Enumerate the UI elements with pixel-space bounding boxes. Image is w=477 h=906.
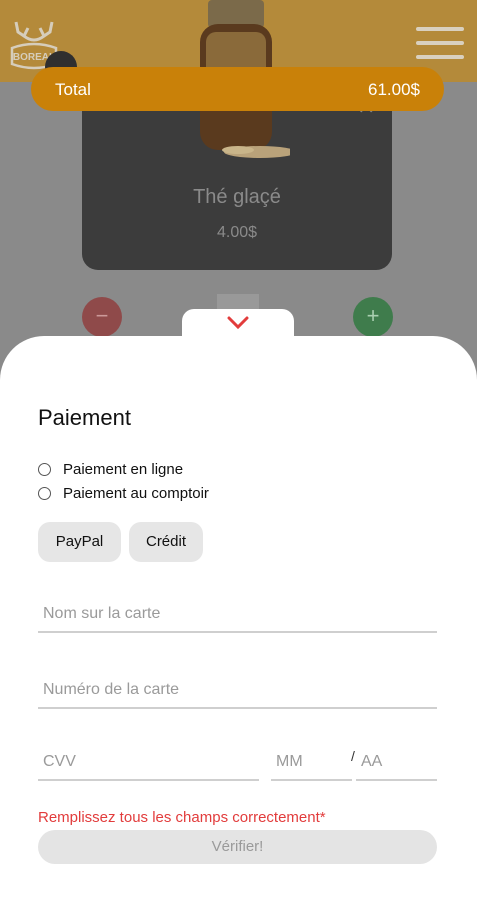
month-field[interactable] — [271, 745, 352, 781]
total-label: Total — [55, 80, 91, 99]
radio-button[interactable] — [38, 462, 51, 476]
total-value: 61.00$ — [368, 80, 420, 99]
payment-title: Paiement — [38, 405, 131, 430]
card-number-input[interactable] — [38, 673, 437, 707]
cvv-input[interactable] — [38, 745, 259, 779]
increase-quantity-button[interactable]: + — [353, 297, 393, 337]
card-number-field[interactable] — [38, 673, 437, 709]
credit-button[interactable]: Crédit — [129, 522, 203, 562]
total-bar: Total 61.00$ — [31, 67, 444, 111]
year-input[interactable] — [356, 745, 437, 779]
form-error-message: Remplissez tous les champs correctement* — [38, 809, 326, 826]
month-input[interactable] — [271, 745, 352, 779]
verify-button[interactable]: Vérifier! — [38, 830, 437, 864]
radio-online-payment[interactable]: Paiement en ligne — [38, 459, 183, 479]
cvv-field[interactable] — [38, 745, 259, 781]
paypal-button[interactable]: PayPal — [38, 522, 121, 562]
year-field[interactable] — [356, 745, 437, 781]
radio-label: Paiement en ligne — [63, 460, 184, 478]
radio-button[interactable] — [38, 486, 51, 500]
date-separator: / — [351, 748, 355, 764]
card-name-input[interactable] — [38, 597, 437, 631]
decrease-quantity-button[interactable]: − — [82, 297, 122, 337]
product-price: 4.00$ — [216, 224, 258, 241]
radio-counter-payment[interactable]: Paiement au comptoir — [38, 483, 209, 503]
card-name-field[interactable] — [38, 597, 437, 633]
radio-label: Paiement au comptoir — [63, 484, 209, 502]
product-name: Thé glaçé — [193, 186, 281, 208]
menu-icon[interactable] — [416, 27, 466, 61]
chevron-down-icon[interactable] — [227, 316, 249, 330]
